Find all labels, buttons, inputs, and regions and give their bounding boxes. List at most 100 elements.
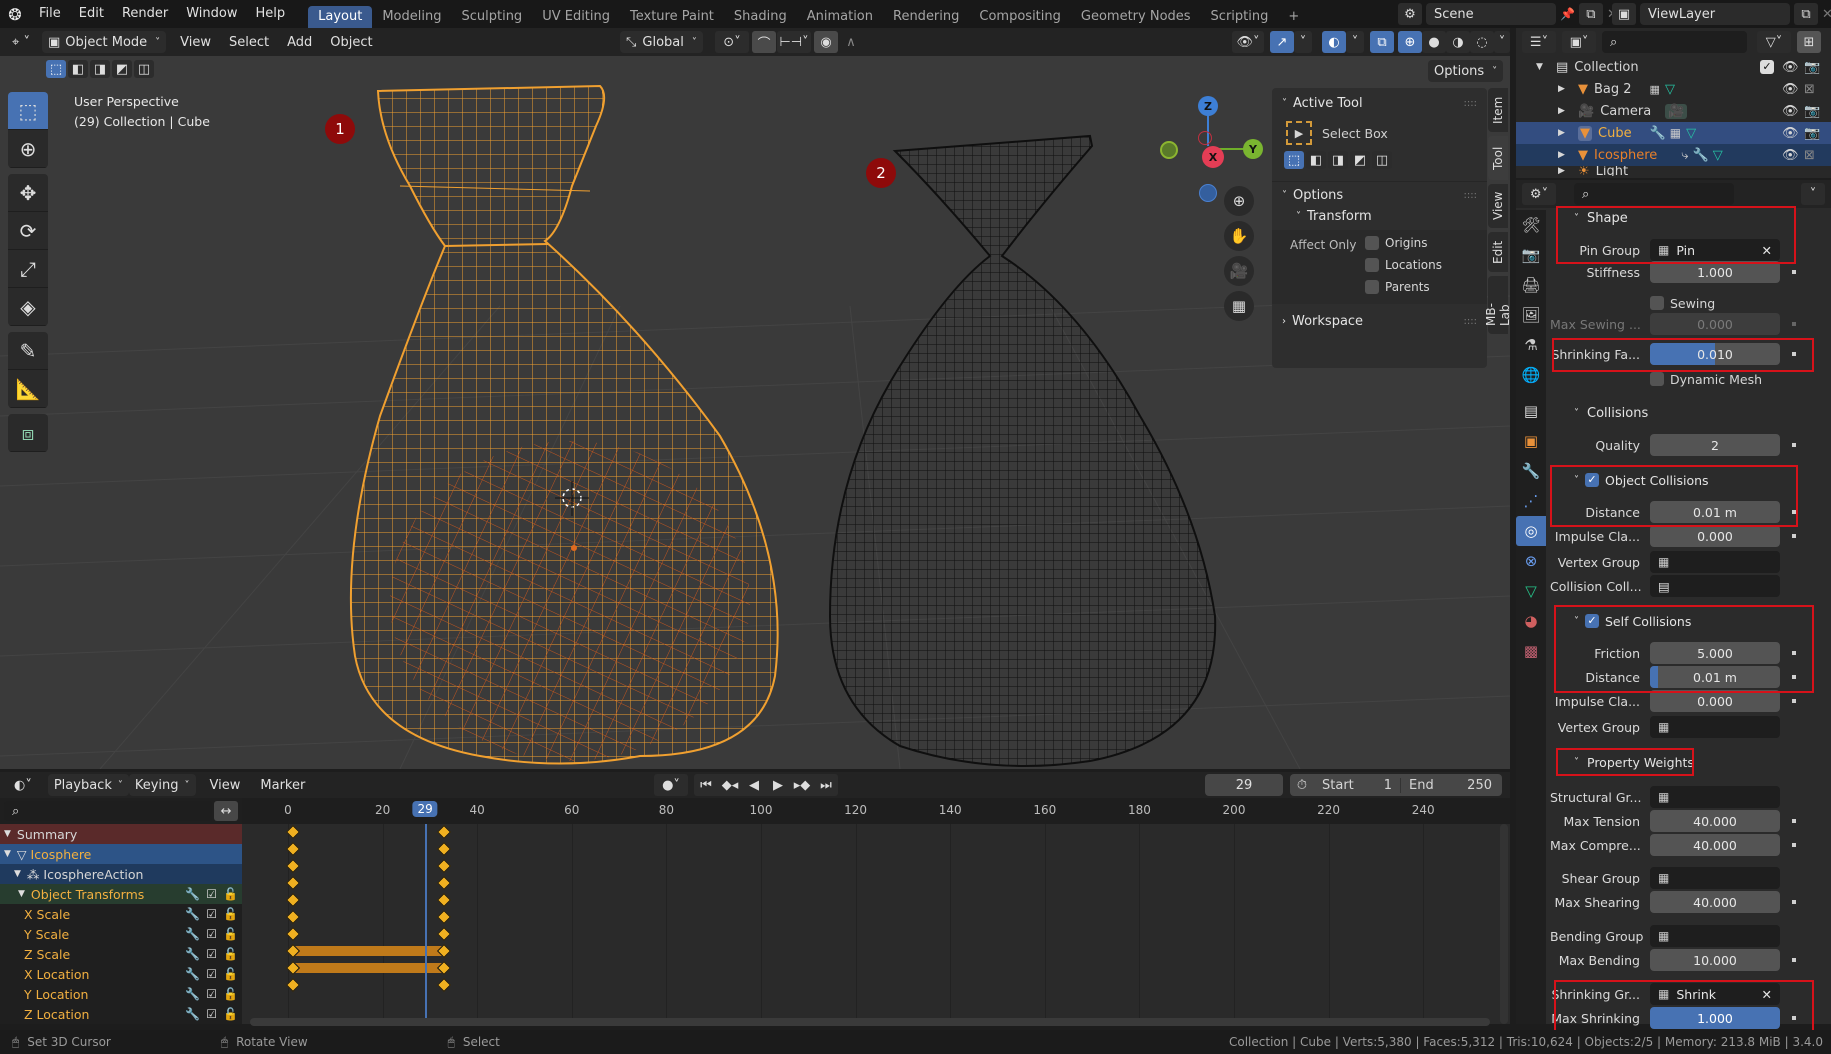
menu-object[interactable]: Object — [324, 31, 378, 53]
quality-field[interactable]: 2 — [1650, 434, 1780, 456]
gizmo-neg-z-icon[interactable] — [1199, 184, 1217, 202]
current-frame-field[interactable]: 29 — [1205, 774, 1283, 796]
tab-tool[interactable]: Tool — [1488, 136, 1508, 180]
menu-window[interactable]: Window — [177, 0, 246, 28]
data-props-icon[interactable]: ▽ — [1516, 576, 1546, 606]
menu-add[interactable]: Add — [281, 31, 318, 53]
constraints-props-icon[interactable]: ⊗ — [1516, 546, 1546, 576]
camera-render-icon[interactable]: 📷 — [1804, 126, 1820, 141]
outliner-row-bag2[interactable]: ▶ ▼ Bag 2 ▦ ▽ 👁 ⊠ — [1516, 78, 1831, 100]
pin-icon[interactable]: 📌 — [1560, 7, 1575, 21]
prev-keyframe-icon[interactable]: ◆◂ — [718, 774, 742, 796]
object-collisions-checkbox[interactable]: ✓ — [1585, 473, 1599, 487]
chevron-down-icon[interactable]: ˅ — [1282, 190, 1287, 201]
camera-render-icon[interactable]: 📷 — [1804, 60, 1820, 75]
measure-tool-icon[interactable]: 📐 — [8, 370, 48, 408]
keyframe-dot[interactable] — [1792, 322, 1796, 326]
texture-props-icon[interactable]: ▩ — [1516, 636, 1546, 666]
view-layer-props-icon[interactable]: 🖼 — [1516, 300, 1546, 330]
gizmo-neg-y-icon[interactable] — [1160, 141, 1178, 159]
view-layer-filter-icon[interactable]: ▣˅ — [1562, 31, 1596, 53]
select-subtract-icon[interactable]: ◨ — [90, 60, 110, 78]
overlay-toggle-icon[interactable]: ◐ — [1322, 31, 1346, 53]
pan-hand-icon[interactable]: ✋ — [1224, 221, 1254, 251]
self-impulse-clamp-field[interactable]: 0.000 — [1650, 690, 1780, 712]
render-disabled-icon[interactable]: ⊠ — [1804, 148, 1815, 163]
keyframe-dot[interactable] — [1792, 699, 1796, 703]
wrench-icon[interactable]: 🔧 — [185, 1007, 200, 1021]
tab-scripting[interactable]: Scripting — [1201, 6, 1279, 28]
eye-icon[interactable]: 👁 — [1782, 148, 1799, 163]
mute-checkbox-icon[interactable]: ☑ — [206, 927, 217, 941]
cursor-tool-icon[interactable]: ⊕ — [8, 130, 48, 168]
new-scene-icon[interactable]: ⧉ — [1578, 3, 1603, 25]
transform-title[interactable]: Transform — [1307, 209, 1372, 224]
keyframe-dot[interactable] — [1792, 958, 1796, 962]
gizmo-toggle-icon[interactable]: ↗ — [1270, 31, 1294, 53]
lock-icon[interactable]: 🔓 — [223, 907, 238, 921]
falloff-icon[interactable]: ∧ — [839, 31, 863, 53]
select-box-tool-icon[interactable]: ⬚ — [8, 92, 48, 130]
snap-icon[interactable]: ⌒ — [752, 31, 776, 53]
np-select-subtract-icon[interactable]: ◨ — [1328, 151, 1348, 169]
chevron-down-icon[interactable]: ˅ — [1282, 98, 1287, 109]
keyframe-dot[interactable] — [1792, 352, 1796, 356]
options-dropdown[interactable]: Options ˅ — [1428, 60, 1504, 82]
max-shearing-field[interactable]: 40.000 — [1650, 891, 1780, 913]
material-props-icon[interactable]: ◕ — [1516, 606, 1546, 636]
move-tool-icon[interactable]: ✥ — [8, 174, 48, 212]
channel-row[interactable]: ▼ ⁂ IcosphereAction — [0, 864, 242, 884]
current-frame-indicator[interactable]: 29 — [412, 801, 438, 817]
shrinking-group-field[interactable]: ▦ Shrink ✕ — [1650, 983, 1780, 1005]
display-mode-icon[interactable]: ☰˅ — [1522, 31, 1556, 53]
chevron-down-icon[interactable]: ˅ — [1296, 211, 1301, 222]
self-distance-field[interactable]: 0.01 m — [1650, 666, 1780, 688]
wrench-icon[interactable]: 🔧 — [185, 947, 200, 961]
active-tool-title[interactable]: Active Tool — [1293, 96, 1363, 111]
shading-material-icon[interactable]: ◑ — [1446, 31, 1470, 53]
gizmo-dropdown-icon[interactable]: ˅ — [1294, 31, 1312, 53]
menu-view[interactable]: View — [174, 31, 217, 53]
world-props-icon[interactable]: 🌐 — [1516, 360, 1546, 390]
keyframe[interactable] — [437, 875, 452, 891]
keyframe-dot[interactable] — [1792, 843, 1796, 847]
shading-wireframe-icon[interactable]: ⊕ — [1398, 31, 1422, 53]
keying-menu[interactable]: Keying ˅ — [128, 774, 196, 796]
shading-rendered-icon[interactable]: ◌ — [1470, 31, 1494, 53]
dynamic-mesh-checkbox[interactable] — [1650, 372, 1664, 386]
keyframe-dot[interactable] — [1792, 900, 1796, 904]
view-layer-icon[interactable]: ▣ — [1612, 3, 1636, 25]
channel-row[interactable]: Y Location 🔧 ☑ 🔓 — [0, 984, 242, 1004]
outliner-row-cube[interactable]: ▶ ▼ Cube 🔧 ▦ ▽ 👁 📷 — [1516, 122, 1831, 144]
drag-handle-icon[interactable]: :::: — [1464, 98, 1477, 109]
keyframe-dot[interactable] — [1792, 270, 1796, 274]
tab-texture-paint[interactable]: Texture Paint — [620, 6, 724, 28]
max-sewing-field[interactable]: 0.000 — [1650, 313, 1780, 335]
mute-checkbox-icon[interactable]: ☑ — [206, 1007, 217, 1021]
play-icon[interactable]: ▶ — [766, 774, 790, 796]
collision-collection-field[interactable]: ▤ — [1650, 575, 1780, 597]
snap-target-icon[interactable]: ⊢⊣˅ — [777, 31, 811, 53]
object-collisions-header[interactable]: ˅ ✓ Object Collisions — [1552, 466, 1814, 494]
lock-icon[interactable]: 🔓 — [223, 927, 238, 941]
shading-dropdown-icon[interactable]: ˅ — [1494, 31, 1510, 53]
visibility-icon[interactable]: 👁˅ — [1232, 31, 1264, 53]
properties-options-icon[interactable]: ˅ — [1801, 183, 1825, 205]
vertex-group-field[interactable]: ▦ — [1650, 551, 1780, 573]
distance-field[interactable]: 0.01 m — [1650, 501, 1780, 523]
mute-checkbox-icon[interactable]: ☑ — [206, 987, 217, 1001]
timeline-editor-type-icon[interactable]: ◐˅ — [8, 774, 38, 796]
keyframe[interactable] — [437, 892, 452, 908]
shear-group-field[interactable]: ▦ — [1650, 867, 1780, 889]
mode-dropdown[interactable]: ▣ Object Mode ˅ — [41, 31, 167, 53]
bending-group-field[interactable]: ▦ — [1650, 925, 1780, 947]
wrench-icon[interactable]: 🔧 — [185, 887, 200, 901]
channel-row[interactable]: Z Location 🔧 ☑ 🔓 — [0, 1004, 242, 1024]
annotate-tool-icon[interactable]: ✎ — [8, 332, 48, 370]
stiffness-field[interactable]: 1.000 — [1650, 261, 1780, 283]
scene-props-icon[interactable]: ⚗ — [1516, 330, 1546, 360]
timeline-view-menu[interactable]: View — [204, 774, 247, 796]
playback-menu[interactable]: Playback ˅ — [47, 774, 129, 796]
new-collection-icon[interactable]: ⊞ — [1797, 31, 1821, 53]
gizmo-x-icon[interactable]: X — [1202, 146, 1224, 168]
